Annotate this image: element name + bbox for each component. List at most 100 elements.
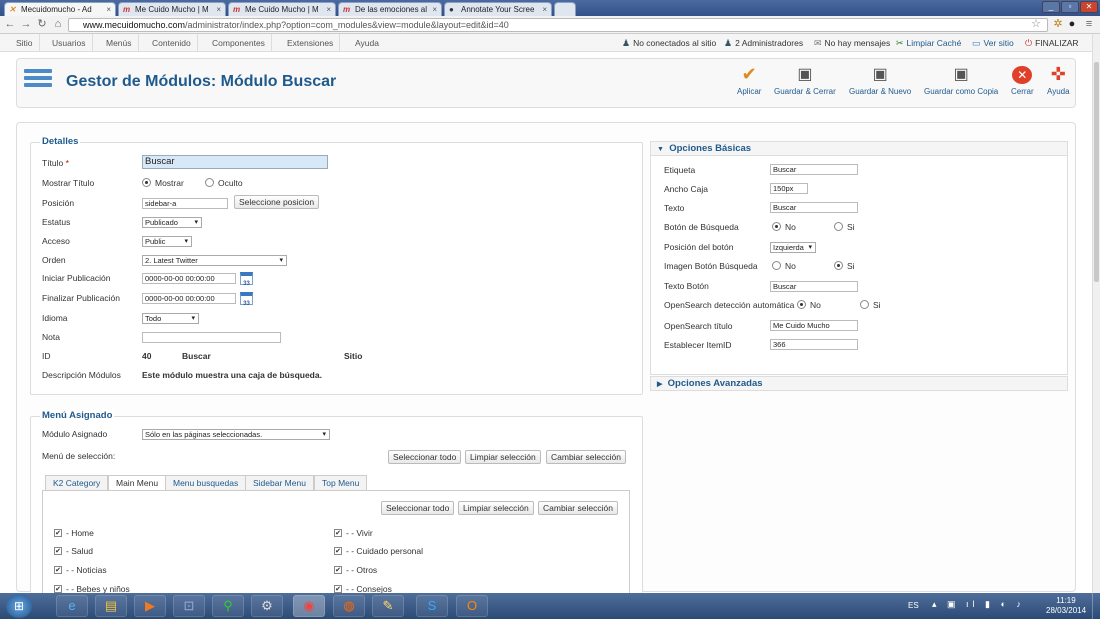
browser-tab-admin[interactable]: ✕ Mecuidomucho - Ad × [4, 2, 116, 16]
explorer-folder-icon[interactable]: ▤ [95, 595, 127, 617]
menu-item-checkbox[interactable]: ✔ [334, 547, 342, 555]
browser-tab-2[interactable]: m Me Cuido Mucho | M × [118, 2, 226, 16]
menu-menus[interactable]: Menús [100, 34, 139, 52]
search-button-yes-radio[interactable] [834, 222, 843, 231]
panel-select-all-button[interactable]: Seleccionar todo [381, 501, 455, 515]
settings-icon[interactable]: ⚙ [251, 595, 283, 617]
menu-icon[interactable]: ≡ [1083, 18, 1095, 30]
start-publish-input[interactable]: 0000-00-00 00:00:00 [142, 273, 236, 284]
status-select[interactable]: Publicado [142, 217, 202, 228]
menu-contenido[interactable]: Contenido [146, 34, 198, 52]
maximize-icon[interactable]: ▫ [1061, 1, 1079, 13]
firefox-icon[interactable]: ◍ [333, 595, 365, 617]
page-scrollbar[interactable] [1092, 34, 1100, 593]
tab-top-menu[interactable]: Top Menu [314, 475, 368, 491]
save-new-button[interactable]: ▣ Guardar & Nuevo [849, 66, 911, 96]
opensearch-yes-radio[interactable] [860, 300, 869, 309]
reload-icon[interactable]: ↻ [36, 18, 48, 30]
menu-item-checkbox[interactable]: ✔ [54, 529, 62, 537]
help-button[interactable]: ✜ Ayuda [1047, 65, 1070, 96]
tab-menu-busquedas[interactable]: Menu busquedas [165, 475, 247, 491]
label-input[interactable]: Buscar [770, 164, 858, 175]
browser-tab-4[interactable]: m De las emociones al × [338, 2, 442, 16]
menu-item-checkbox[interactable]: ✔ [334, 529, 342, 537]
module-assigned-select[interactable]: Sólo en las páginas seleccionadas. [142, 429, 330, 440]
forward-icon[interactable]: → [20, 18, 32, 30]
language-indicator[interactable]: ES [908, 601, 919, 610]
opensearch-title-input[interactable]: Me Cuido Mucho [770, 320, 858, 331]
panel-clear-selection-button[interactable]: Limpiar selección [458, 501, 534, 515]
image-button-no-radio[interactable] [772, 261, 781, 270]
scrollbar-thumb[interactable] [1094, 62, 1099, 282]
position-input[interactable]: sidebar-a [142, 198, 228, 209]
order-select[interactable]: 2. Latest Twitter [142, 255, 287, 266]
clock[interactable]: 11:19 28/03/2014 [1046, 596, 1086, 616]
language-select[interactable]: Todo [142, 313, 199, 324]
skype-icon[interactable]: S [416, 595, 448, 617]
advanced-options-header[interactable]: ▶ Opciones Avanzadas [650, 376, 1068, 391]
tray-icons[interactable]: ▴ ▣ ıl ▮ ◐ ♪ [932, 599, 1025, 610]
menu-sitio[interactable]: Sitio [10, 34, 40, 52]
close-tab-icon[interactable]: × [432, 3, 437, 16]
save-copy-button[interactable]: ▣ Guardar como Copia [924, 66, 998, 96]
calendar-icon[interactable]: 33 [240, 292, 253, 307]
panel-toggle-selection-button[interactable]: Cambiar selección [538, 501, 618, 515]
end-publish-input[interactable]: 0000-00-00 00:00:00 [142, 293, 236, 304]
logout-link[interactable]: ⏻ FINALIZAR [1025, 34, 1079, 52]
search-app-icon[interactable]: ⚲ [212, 595, 244, 617]
menu-item-checkbox[interactable]: ✔ [334, 585, 342, 593]
close-window-icon[interactable]: ✕ [1080, 1, 1098, 13]
select-position-button[interactable]: Seleccione posicion [234, 195, 320, 209]
basic-options-header[interactable]: ▼ Opciones Básicas [650, 141, 1068, 156]
apply-button[interactable]: ✔ Aplicar [737, 65, 761, 96]
extension-dark-icon[interactable]: ● [1066, 18, 1078, 30]
menu-item-checkbox[interactable]: ✔ [54, 585, 62, 593]
text-input[interactable]: Buscar [770, 202, 858, 213]
menu-item-checkbox[interactable]: ✔ [334, 566, 342, 574]
start-button[interactable]: ⊞ [6, 594, 32, 618]
show-title-radio[interactable] [142, 178, 151, 187]
access-select[interactable]: Public [142, 236, 192, 247]
bookmark-star-icon[interactable]: ☆ [1030, 18, 1042, 30]
tab-k2-category[interactable]: K2 Category [45, 475, 109, 491]
view-site-link[interactable]: ▭ Ver sitio [972, 34, 1014, 52]
home-icon[interactable]: ⌂ [52, 18, 64, 30]
notes-icon[interactable]: ✎ [372, 595, 404, 617]
back-icon[interactable]: ← [4, 18, 16, 30]
opensearch-no-radio[interactable] [797, 300, 806, 309]
menu-item-checkbox[interactable]: ✔ [54, 566, 62, 574]
tab-sidebar-menu[interactable]: Sidebar Menu [245, 475, 314, 491]
button-position-select[interactable]: Izquierda [770, 242, 816, 253]
browser-tab-5[interactable]: ● Annotate Your Scree × [444, 2, 552, 16]
title-input[interactable]: Buscar [142, 155, 328, 169]
itemid-input[interactable]: 366 [770, 339, 858, 350]
menu-extensiones[interactable]: Extensiones [281, 34, 341, 52]
close-tab-icon[interactable]: × [106, 3, 111, 16]
chrome-icon[interactable]: ◉ [293, 595, 325, 617]
new-tab-button[interactable] [554, 2, 576, 16]
menu-item-checkbox[interactable]: ✔ [54, 547, 62, 555]
clear-cache-link[interactable]: ✂ Limpiar Caché [896, 34, 961, 52]
calendar-icon[interactable]: 33 [240, 272, 253, 287]
box-width-input[interactable]: 150px [770, 183, 808, 194]
save-close-button[interactable]: ▣ Guardar & Cerrar [774, 66, 836, 96]
ie-icon[interactable]: e [56, 595, 88, 617]
button-text-input[interactable]: Buscar [770, 281, 858, 292]
extension-icon[interactable]: ✲ [1052, 18, 1064, 30]
show-desktop-button[interactable] [1092, 593, 1100, 619]
clear-selection-button[interactable]: Limpiar selección [465, 450, 541, 464]
minimize-icon[interactable]: _ [1042, 1, 1060, 13]
toggle-selection-button[interactable]: Cambiar selección [546, 450, 626, 464]
outlook-icon[interactable]: O [456, 595, 488, 617]
close-button[interactable]: ✕ Cerrar [1011, 66, 1034, 96]
browser-tab-3[interactable]: m Me Cuido Mucho | M × [228, 2, 336, 16]
hide-title-radio[interactable] [205, 178, 214, 187]
select-all-button[interactable]: Seleccionar todo [388, 450, 462, 464]
menu-usuarios[interactable]: Usuarios [46, 34, 93, 52]
note-input[interactable] [142, 332, 281, 343]
image-button-yes-radio[interactable] [834, 261, 843, 270]
close-tab-icon[interactable]: × [216, 3, 221, 16]
network-icon[interactable]: ⊡ [173, 595, 205, 617]
search-button-no-radio[interactable] [772, 222, 781, 231]
close-tab-icon[interactable]: × [542, 3, 547, 16]
